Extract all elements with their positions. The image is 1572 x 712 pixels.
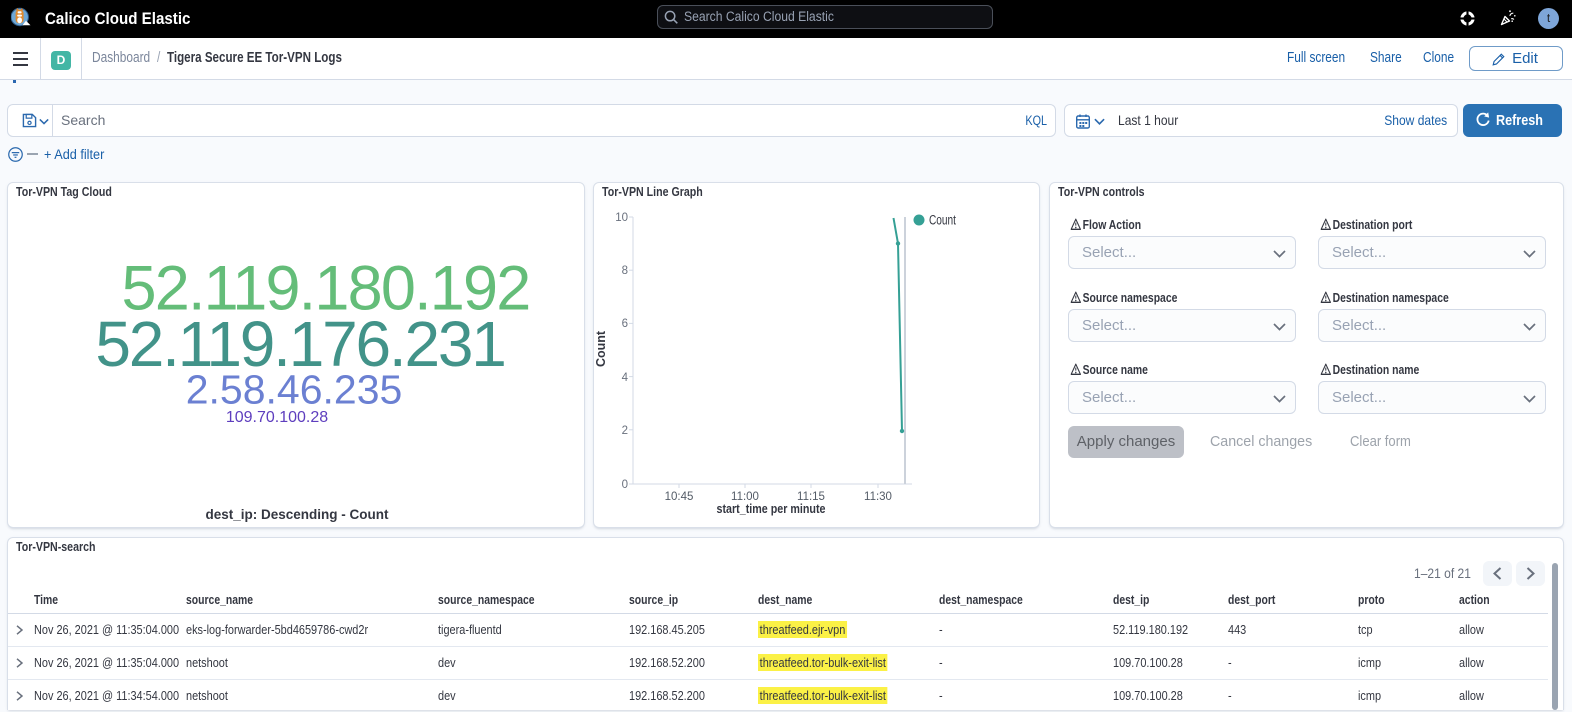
svg-text:10:45: 10:45 (665, 491, 694, 503)
svg-text:2: 2 (622, 425, 628, 437)
svg-text:8: 8 (622, 265, 628, 277)
svg-text:Count: Count (929, 213, 956, 228)
svg-text:11:30: 11:30 (864, 491, 892, 503)
svg-text:0: 0 (622, 479, 628, 491)
svg-text:10: 10 (615, 212, 628, 224)
svg-text:6: 6 (622, 318, 628, 330)
svg-text:4: 4 (622, 372, 629, 384)
svg-text:Count: Count (594, 330, 608, 367)
svg-text:start_time per minute: start_time per minute (717, 502, 826, 516)
